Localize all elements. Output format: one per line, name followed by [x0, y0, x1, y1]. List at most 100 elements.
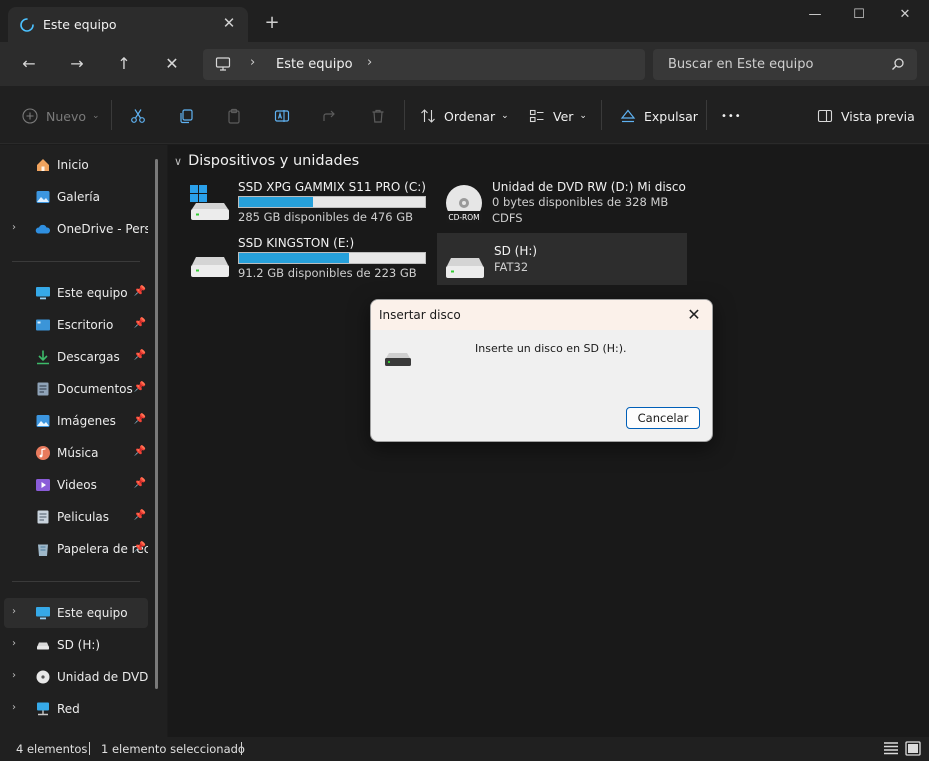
cd-icon	[36, 670, 50, 684]
maximize-button[interactable]: ☐	[844, 4, 874, 26]
chevron-down-icon: ⌄	[501, 111, 509, 121]
document-icon	[37, 510, 49, 524]
view-button[interactable]: Ver ⌄	[529, 104, 587, 128]
share-button[interactable]	[322, 104, 338, 128]
sidebar-item-onedrive[interactable]: › OneDrive - Personal	[4, 214, 148, 244]
scissors-icon	[131, 109, 145, 123]
minimize-button[interactable]: —	[800, 4, 830, 26]
rename-button[interactable]	[274, 104, 290, 128]
expand-chevron-icon[interactable]: ›	[12, 670, 16, 681]
insert-disk-dialog: Insertar disco ✕ Inserte un disco en SD …	[370, 299, 713, 442]
sort-button[interactable]: Ordenar ⌄	[420, 104, 509, 128]
expand-chevron-icon[interactable]: ›	[12, 702, 16, 713]
divider	[706, 100, 707, 130]
dialog-close-button[interactable]: ✕	[682, 304, 706, 326]
delete-button[interactable]	[370, 104, 386, 128]
sidebar-item-sd[interactable]: › SD (H:)	[4, 630, 148, 660]
breadcrumb-chevron-icon[interactable]: ›	[367, 55, 372, 70]
sidebar-item-label: Unidad de DVD RW (D:) Mi disco	[57, 670, 148, 684]
sidebar-item-inicio[interactable]: Inicio	[4, 150, 148, 180]
new-label: Nuevo	[46, 108, 87, 124]
drive-item-c[interactable]: SSD XPG GAMMIX S11 PRO (C:) 285 GB dispo…	[186, 179, 436, 231]
cd-rom-icon: CD-ROM	[446, 185, 482, 223]
sidebar-item-galeria[interactable]: Galería	[4, 182, 148, 212]
sidebar-item-videos[interactable]: Videos 📌	[4, 470, 148, 500]
details-view-icon[interactable]	[883, 741, 899, 756]
cancel-button[interactable]: Cancelar	[626, 407, 700, 429]
cd-rom-label: CD-ROM	[448, 213, 479, 222]
preview-label: Vista previa	[841, 108, 915, 124]
recycle-bin-icon	[38, 544, 48, 556]
sidebar-item-label: Documentos	[57, 382, 133, 396]
sidebar-item-descargas[interactable]: Descargas 📌	[4, 342, 148, 372]
stop-button[interactable]: ✕	[159, 51, 185, 77]
sidebar-item-musica[interactable]: Música 📌	[4, 438, 148, 468]
sidebar-item-papelera[interactable]: Papelera de reciclaje 📌	[4, 534, 148, 564]
status-bar: 4 elementos 1 elemento seleccionado	[0, 737, 929, 761]
search-input[interactable]: Buscar en Este equipo	[653, 49, 917, 80]
sidebar-item-label: Peliculas	[57, 510, 110, 524]
breadcrumb-este-equipo[interactable]: Este equipo	[276, 57, 353, 72]
pin-icon: 📌	[133, 318, 146, 329]
breadcrumb-chevron-icon[interactable]: ›	[250, 55, 255, 70]
chevron-down-icon: ∨	[174, 155, 183, 168]
pin-icon: 📌	[133, 414, 146, 425]
eject-button[interactable]: Expulsar	[620, 104, 698, 128]
close-window-button[interactable]: ✕	[890, 4, 920, 26]
sidebar-item-este-equipo[interactable]: › Este equipo	[4, 598, 148, 628]
copy-button[interactable]	[178, 104, 194, 128]
sidebar-item-documentos[interactable]: Documentos 📌	[4, 374, 148, 404]
search-placeholder: Buscar en Este equipo	[668, 57, 814, 72]
tiles-view-icon[interactable]	[905, 741, 921, 756]
expand-chevron-icon[interactable]: ›	[12, 222, 16, 233]
cut-button[interactable]	[130, 104, 146, 128]
sidebar-item-imagenes[interactable]: Imágenes 📌	[4, 406, 148, 436]
drive-item-sd[interactable]: SD (H:) FAT32	[437, 233, 687, 285]
tab-close-button[interactable]: ✕	[220, 14, 238, 32]
preview-pane-button[interactable]: Vista previa	[817, 104, 915, 128]
pin-icon: 📌	[133, 382, 146, 393]
trash-icon	[372, 109, 384, 123]
forward-button[interactable]: →	[64, 51, 90, 77]
group-title: Dispositivos y unidades	[188, 153, 360, 169]
drive-item-dvd[interactable]: CD-ROM Unidad de DVD RW (D:) Mi disco 0 …	[440, 179, 690, 231]
sidebar-item-peliculas[interactable]: Peliculas 📌	[4, 502, 148, 532]
sidebar-item-red[interactable]: › Red	[4, 694, 148, 724]
document-icon	[37, 382, 49, 396]
drive-filesystem-text: FAT32	[494, 260, 529, 274]
paste-button[interactable]	[226, 104, 242, 128]
divider	[12, 261, 140, 262]
expand-chevron-icon[interactable]: ›	[12, 638, 16, 649]
navigation-bar: ← → ↑ ✕ › Este equipo › Buscar en Este e…	[0, 42, 929, 86]
sidebar-item-label: Música	[57, 446, 99, 460]
network-icon	[37, 702, 49, 716]
sidebar-item-dvd[interactable]: › Unidad de DVD RW (D:) Mi disco	[4, 662, 148, 692]
up-button[interactable]: ↑	[111, 51, 137, 77]
drive-icon	[37, 642, 49, 650]
expand-chevron-icon[interactable]: ›	[12, 606, 16, 617]
more-options-button[interactable]: •••	[721, 104, 742, 128]
selection-count: 1 elemento seleccionado	[101, 742, 245, 756]
dialog-title: Insertar disco	[379, 308, 461, 322]
sidebar-item-este-equipo-pinned[interactable]: Este equipo 📌	[4, 278, 148, 308]
group-header[interactable]: ∨ Dispositivos y unidades	[174, 153, 359, 169]
back-button[interactable]: ←	[16, 51, 42, 77]
sidebar-item-escritorio[interactable]: Escritorio 📌	[4, 310, 148, 340]
new-tab-button[interactable]: +	[262, 13, 282, 33]
tab-este-equipo[interactable]: Este equipo ✕	[8, 7, 248, 42]
command-bar: Nuevo ⌄ Ordenar ⌄ Ver ⌄ Expulsar ••• Vis…	[0, 86, 929, 144]
address-bar[interactable]: › Este equipo ›	[203, 49, 645, 80]
rename-icon	[274, 110, 290, 122]
drive-icon	[446, 258, 484, 278]
sort-label: Ordenar	[444, 108, 496, 124]
sidebar-item-label: Descargas	[57, 350, 120, 364]
eject-label: Expulsar	[644, 108, 698, 124]
drive-item-e[interactable]: SSD KINGSTON (E:) 91.2 GB disponibles de…	[186, 235, 436, 287]
drive-icon	[385, 353, 411, 366]
sidebar-item-label: Este equipo	[57, 606, 128, 620]
view-icon	[529, 109, 544, 123]
sidebar-scrollbar[interactable]	[155, 159, 158, 689]
desktop-icon	[36, 319, 50, 331]
drive-name: SD (H:)	[494, 244, 538, 258]
new-button[interactable]: Nuevo ⌄	[22, 104, 100, 128]
